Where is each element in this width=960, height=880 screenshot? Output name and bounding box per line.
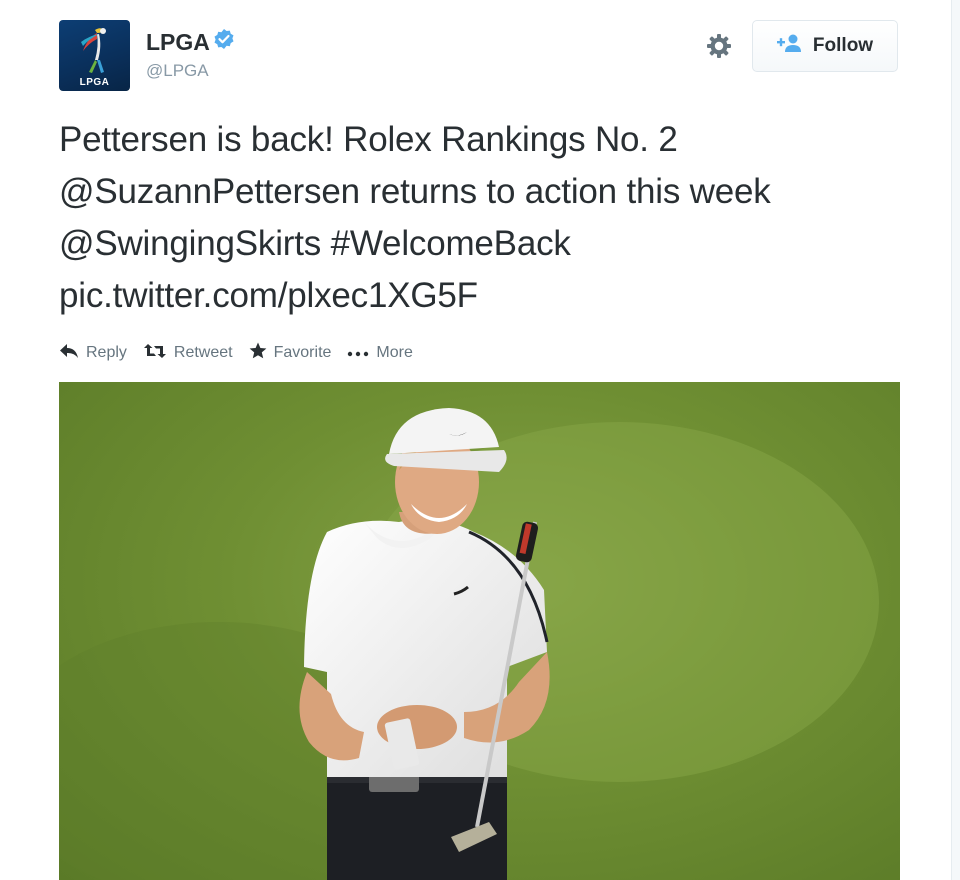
user-identity: LPGA @LPGA: [146, 28, 235, 82]
tweet-actions: Reply Retweet Favorite More: [59, 340, 429, 366]
tweet-line: Pettersen is back! Rolex Rankings No. 2: [59, 120, 678, 159]
tweet-line[interactable]: @SwingingSkirts #WelcomeBack: [59, 218, 919, 270]
favorite-label: Favorite: [273, 344, 332, 361]
tweet-text: Pettersen is back! Rolex Rankings No. 2 …: [59, 114, 919, 322]
follow-label: Follow: [812, 35, 874, 56]
user-handle[interactable]: @LPGA: [146, 60, 235, 82]
add-person-icon: [776, 33, 803, 59]
retweet-label: Retweet: [173, 344, 233, 361]
window-edge: [951, 0, 960, 880]
gear-icon[interactable]: [704, 31, 734, 61]
retweet-icon: [143, 343, 167, 364]
tweet-pic-link[interactable]: pic.twitter.com/plxec1XG5F: [59, 270, 919, 322]
reply-icon: [59, 343, 79, 364]
star-icon: [249, 342, 267, 364]
avatar[interactable]: LPGA: [59, 20, 130, 91]
follow-button[interactable]: Follow: [752, 20, 898, 72]
golfer-photo-illustration: [59, 408, 879, 880]
verified-badge-icon: [213, 28, 235, 56]
avatar-logo-text: LPGA: [79, 77, 110, 88]
favorite-action[interactable]: Favorite: [249, 342, 332, 364]
tweet-header: LPGA LPGA @LPGA Follow: [59, 20, 900, 92]
retweet-action[interactable]: Retweet: [143, 343, 233, 364]
tweet-line[interactable]: @SuzannPettersen returns to action this …: [59, 166, 919, 218]
tweet-photo[interactable]: [59, 382, 900, 880]
more-action[interactable]: More: [347, 344, 413, 362]
reply-action[interactable]: Reply: [59, 343, 127, 364]
ellipsis-icon: [347, 344, 369, 362]
user-fullname-row[interactable]: LPGA: [146, 28, 235, 58]
reply-label: Reply: [86, 344, 127, 361]
user-fullname: LPGA: [146, 29, 210, 55]
more-label: More: [376, 344, 413, 361]
